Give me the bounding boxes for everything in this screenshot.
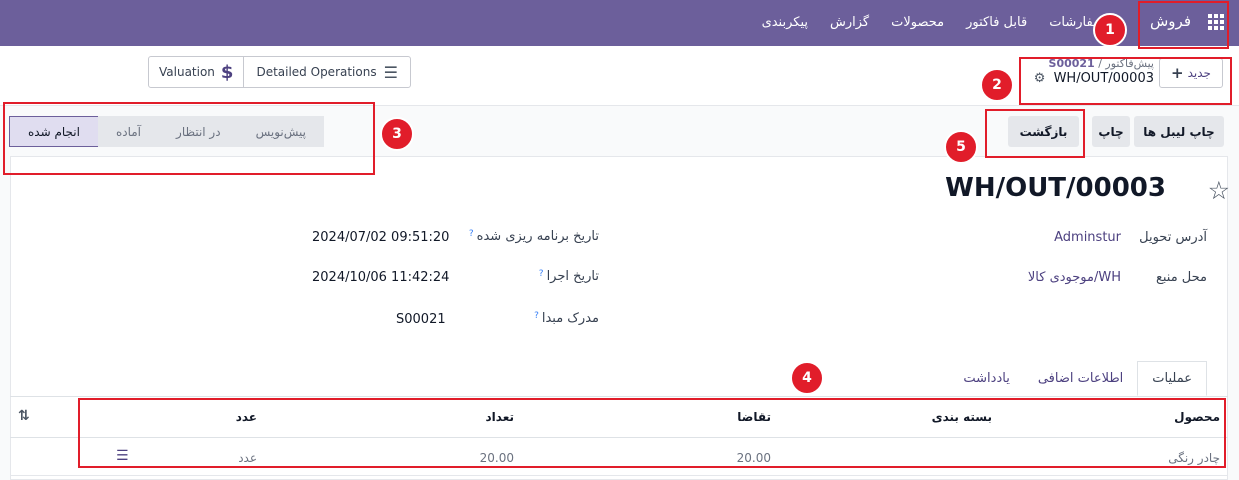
dollar-icon: $ — [220, 61, 234, 83]
help-icon: ? — [468, 229, 474, 239]
annotation-badge: 1 — [1093, 13, 1127, 47]
highlight-box — [1019, 57, 1232, 105]
star-icon[interactable]: ☆ — [1208, 176, 1230, 205]
source-document-label-wrap: مدرک مبدا? — [534, 311, 599, 326]
help-icon: ? — [538, 269, 544, 279]
highlight-box — [1138, 1, 1229, 49]
menu-item-configuration[interactable]: پیکربندی — [762, 15, 808, 30]
detailed-operations-label: Detailed Operations — [256, 65, 377, 79]
print-button[interactable]: چاپ — [1092, 116, 1130, 147]
scheduled-date-label: تاریخ برنامه ریزی شده — [476, 229, 599, 244]
annotation-badge: 4 — [790, 361, 824, 395]
main-menu: سفارشات قابل فاکتور محصولات گزارش پیکربن… — [762, 15, 1104, 30]
highlight-box — [78, 398, 1226, 468]
list-icon: ☰ — [383, 62, 398, 82]
delivery-address-label: آدرس تحویل — [1139, 230, 1207, 245]
help-icon: ? — [534, 311, 539, 321]
tab-operations[interactable]: عملیات — [1137, 361, 1207, 396]
source-document-label: مدرک مبدا — [541, 311, 599, 326]
menu-item-to-invoice[interactable]: قابل فاکتور — [966, 15, 1027, 30]
delivery-address-value[interactable]: Adminstur — [1054, 230, 1121, 245]
top-navbar: فروش سفارشات قابل فاکتور محصولات گزارش پ… — [0, 0, 1239, 46]
source-location-value[interactable]: WH/موجودی کالا — [1028, 270, 1121, 285]
detailed-operations-button[interactable]: Detailed Operations ☰ — [244, 57, 409, 87]
annotation-badge: 2 — [980, 68, 1014, 102]
effective-date-label-wrap: تاریخ اجرا? — [539, 269, 599, 284]
scheduled-date-value[interactable]: 2024/07/02 09:51:20 — [312, 230, 449, 245]
effective-date-value[interactable]: 2024/10/06 11:42:24 — [312, 270, 449, 285]
tab-additional-info[interactable]: اطلاعات اضافی — [1024, 361, 1137, 396]
notebook-tabs: عملیات اطلاعات اضافی یادداشت — [949, 361, 1207, 396]
highlight-box — [985, 109, 1085, 158]
print-labels-button[interactable]: چاپ لیبل ها — [1134, 116, 1224, 147]
valuation-button[interactable]: Valuation $ — [149, 57, 245, 87]
valuation-label: Valuation — [159, 65, 215, 79]
effective-date-label: تاریخ اجرا — [546, 269, 599, 284]
source-location-label: محل منبع — [1155, 270, 1207, 285]
scheduled-date-label-wrap: تاریخ برنامه ریزی شده? — [469, 229, 599, 244]
source-document-value[interactable]: S00021 — [396, 312, 446, 327]
annotation-badge: 5 — [944, 130, 978, 164]
tab-note[interactable]: یادداشت — [949, 361, 1023, 396]
annotation-badge: 3 — [380, 117, 414, 151]
highlight-box — [3, 102, 375, 175]
menu-item-reporting[interactable]: گزارش — [830, 15, 869, 30]
menu-item-products[interactable]: محصولات — [891, 15, 944, 30]
record-title: WH/OUT/00003 — [945, 173, 1166, 203]
smart-buttons: Valuation $ Detailed Operations ☰ — [148, 56, 411, 88]
sliders-icon[interactable]: ⇅ — [18, 408, 30, 424]
